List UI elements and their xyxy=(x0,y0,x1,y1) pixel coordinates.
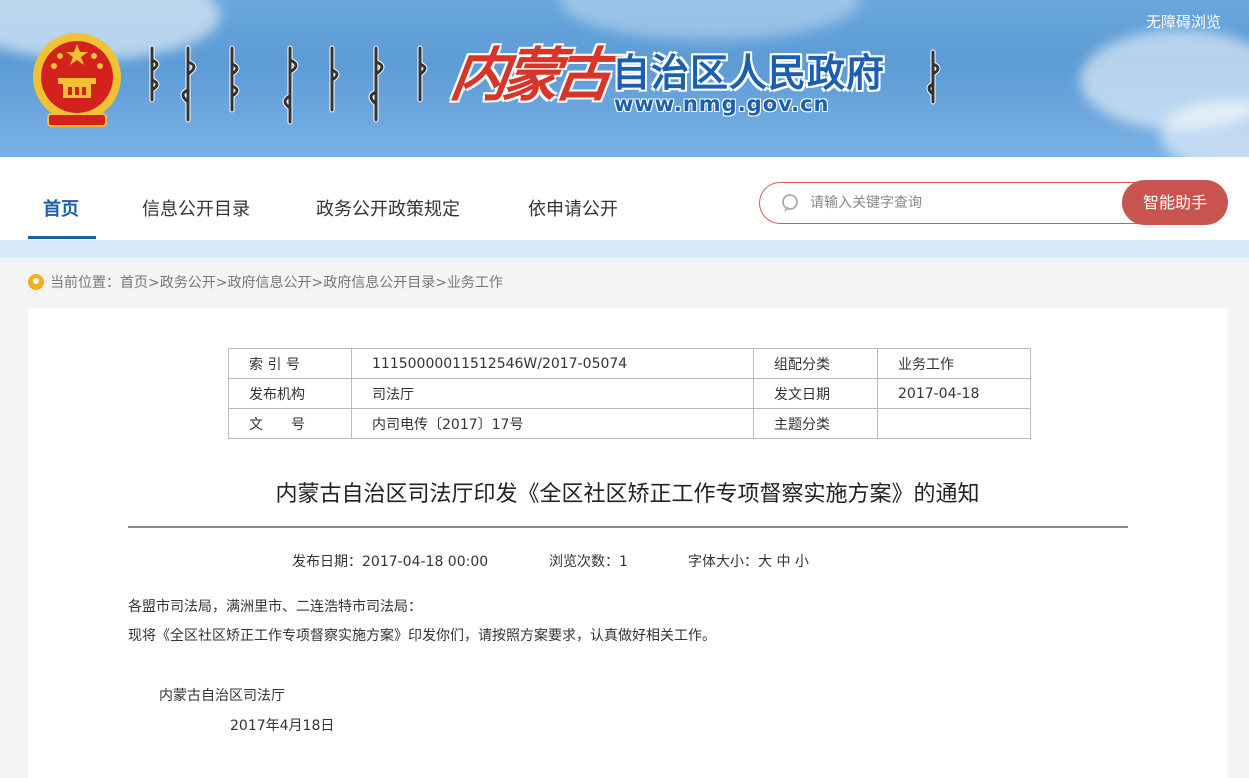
breadcrumb-separator: > xyxy=(435,275,447,291)
search-input[interactable] xyxy=(808,190,1112,216)
breadcrumb-home[interactable]: 首页 xyxy=(120,275,148,291)
main-nav: 首页 信息公开目录 政务公开政策规定 依申请公开 智能助手 xyxy=(0,157,1249,240)
title-divider xyxy=(128,526,1128,528)
meta-value: 业务工作 xyxy=(877,348,1031,379)
header-banner: 内蒙古 自治区人民政府 www.nmg.gov.cn 无障碍浏览 xyxy=(0,0,1249,157)
smart-assistant-button[interactable]: 智能助手 xyxy=(1122,180,1228,225)
meta-key: 发文日期 xyxy=(753,378,878,409)
meta-value xyxy=(877,408,1031,439)
article-body: 现将《全区社区矫正工作专项督察实施方案》印发你们，请按照方案要求，认真做好相关工… xyxy=(128,628,716,644)
nav-item-policy[interactable]: 政务公开政策规定 xyxy=(316,195,460,221)
active-nav-indicator xyxy=(28,236,96,239)
national-emblem-icon xyxy=(33,33,121,127)
table-row: 索 引 号 11150000011512546W/2017-05074 组配分类… xyxy=(228,348,1031,379)
accessibility-link[interactable]: 无障碍浏览 xyxy=(1146,11,1221,32)
document-meta-table: 索 引 号 11150000011512546W/2017-05074 组配分类… xyxy=(228,348,1031,439)
breadcrumb: 当前位置：首页>政务公开>政府信息公开>政府信息公开目录>业务工作 xyxy=(28,272,503,292)
table-row: 发布机构 司法厅 发文日期 2017-04-18 xyxy=(228,378,1031,409)
meta-key: 发布机构 xyxy=(228,378,352,409)
meta-key: 主题分类 xyxy=(753,408,878,439)
breadcrumb-business[interactable]: 业务工作 xyxy=(447,275,503,291)
article-signature: 内蒙古自治区司法厅 xyxy=(159,688,285,704)
font-size-label: 字体大小： xyxy=(688,554,758,570)
site-url: www.nmg.gov.cn xyxy=(614,92,830,116)
location-pin-icon xyxy=(28,274,44,290)
font-small-button[interactable]: 小 xyxy=(795,554,809,570)
article-card: 索 引 号 11150000011512546W/2017-05074 组配分类… xyxy=(28,308,1227,778)
inner-mongolia-calligraphy: 内蒙古 xyxy=(446,41,613,109)
meta-value: 司法厅 xyxy=(351,378,754,409)
breadcrumb-prefix: 当前位置： xyxy=(50,275,120,291)
search-icon xyxy=(782,194,798,212)
article-date: 2017年4月18日 xyxy=(230,718,335,734)
meta-value: 2017-04-18 xyxy=(877,378,1031,409)
meta-value: 内司电传〔2017〕17号 xyxy=(351,408,754,439)
font-medium-button[interactable]: 中 xyxy=(776,554,790,570)
article-title: 内蒙古自治区司法厅印发《全区社区矫正工作专项督察实施方案》的通知 xyxy=(275,482,980,507)
meta-key: 文 号 xyxy=(228,408,352,439)
nav-item-apply-disclosure[interactable]: 依申请公开 xyxy=(528,195,618,221)
breadcrumb-gov-info[interactable]: 政府信息公开 xyxy=(227,275,311,291)
font-large-button[interactable]: 大 xyxy=(758,554,772,570)
government-name: 自治区人民政府 xyxy=(612,51,886,95)
publish-date: 发布日期：2017-04-18 00:00 xyxy=(292,554,489,570)
search-box xyxy=(759,182,1150,224)
font-size-control: 字体大小：大 中 小 xyxy=(688,551,809,571)
mongolian-script-small xyxy=(926,49,941,105)
breadcrumb-info-catalog[interactable]: 政府信息公开目录 xyxy=(323,275,435,291)
breadcrumb-separator: > xyxy=(148,275,160,291)
table-row: 文 号 内司电传〔2017〕17号 主题分类 xyxy=(228,408,1031,439)
breadcrumb-separator: > xyxy=(215,275,228,291)
view-count: 浏览次数：1 xyxy=(549,554,628,570)
meta-value: 11150000011512546W/2017-05074 xyxy=(351,348,754,379)
breadcrumb-gov-affairs[interactable]: 政务公开 xyxy=(160,275,216,291)
nav-divider xyxy=(0,240,1249,258)
article-salutation: 各盟市司法局，满洲里市、二连浩特市司法局： xyxy=(128,599,422,615)
breadcrumb-separator: > xyxy=(311,275,324,291)
nav-item-home[interactable]: 首页 xyxy=(43,195,79,221)
meta-key: 索 引 号 xyxy=(228,348,352,379)
meta-key: 组配分类 xyxy=(753,348,878,379)
mongolian-script-logo xyxy=(149,45,428,125)
nav-item-info-catalog[interactable]: 信息公开目录 xyxy=(142,195,250,221)
